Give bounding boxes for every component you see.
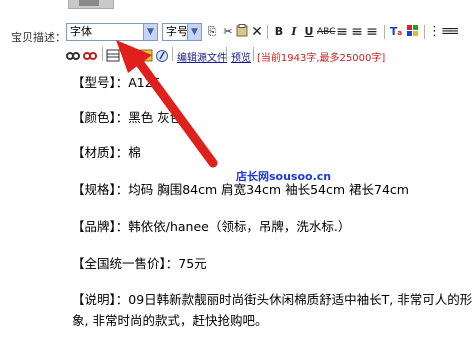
align-right-icon[interactable]: ≡ — [364, 24, 380, 40]
chevron-down-icon: ▼ — [187, 24, 201, 40]
description-label: 宝贝描述： — [11, 31, 66, 44]
content-line-desc-1: 【说明】：09日韩新款靓丽时尚街头休闲棉质舒适中袖长T, 非常可人的形 — [72, 292, 473, 307]
content-line-brand: 【品牌】：韩依依/hanee（领标，吊牌，洗水标.） — [72, 219, 351, 234]
align-center-icon[interactable]: ≡ — [349, 24, 365, 40]
text-color-icon[interactable]: Ta — [388, 24, 404, 40]
chevron-down-icon: ▼ — [143, 24, 157, 40]
bold-button[interactable]: B — [271, 24, 287, 40]
flash-icon[interactable] — [139, 48, 154, 63]
paste-icon[interactable] — [234, 24, 250, 40]
delete-icon[interactable]: ✕ — [249, 24, 265, 40]
editor-toolbar: 字体 ▼ 字号 ▼ ⎘ ✂ ✕ B I U ABC ≡ ≡ ≡ Ta ⋮≡ ≡ — [66, 23, 473, 45]
content-line-price: 【全国统一售价】：75元 — [72, 256, 207, 271]
strikethrough-button[interactable]: ABC — [317, 24, 335, 40]
copy-icon[interactable]: ⎘ — [204, 24, 220, 40]
char-count: [当前1943字,最多25000字] — [257, 53, 386, 64]
align-left-icon[interactable]: ≡ — [334, 24, 350, 40]
indent-icon[interactable]: ≡ — [446, 24, 462, 40]
bg-color-icon[interactable] — [405, 24, 421, 40]
link-icon[interactable] — [66, 48, 81, 63]
unlink-icon[interactable] — [83, 48, 98, 63]
preview-link[interactable]: 预览 — [231, 49, 251, 64]
watermark: 店长网sousoo.cn — [236, 170, 332, 183]
image-icon[interactable] — [123, 48, 138, 63]
edit-source-link[interactable]: 编辑源文件 — [177, 49, 227, 64]
font-size-select[interactable]: 字号 ▼ — [162, 23, 202, 41]
content-line-model: 【型号】：A125 — [72, 75, 161, 90]
table-icon[interactable] — [106, 48, 121, 63]
font-family-select[interactable]: 字体 ▼ — [66, 23, 158, 41]
italic-button[interactable]: I — [286, 24, 302, 40]
list-icon[interactable]: ⋮≡ — [428, 24, 452, 40]
product-thumbnail — [68, 0, 114, 9]
content-line-material: 【材质】：棉 — [72, 145, 141, 160]
content-line-color: 【颜色】：黑色 灰色 — [72, 110, 183, 125]
media-icon[interactable] — [155, 48, 170, 63]
font-family-value: 字体 — [70, 25, 92, 38]
underline-button[interactable]: U — [301, 24, 317, 40]
editor-toolbar-secondary: 编辑源文件 预览 [当前1943字,最多25000字] — [66, 47, 473, 65]
font-size-value: 字号 — [166, 25, 188, 38]
content-line-desc-2: 象, 非常时尚的款式，赶快抢购吧。 — [72, 313, 268, 328]
